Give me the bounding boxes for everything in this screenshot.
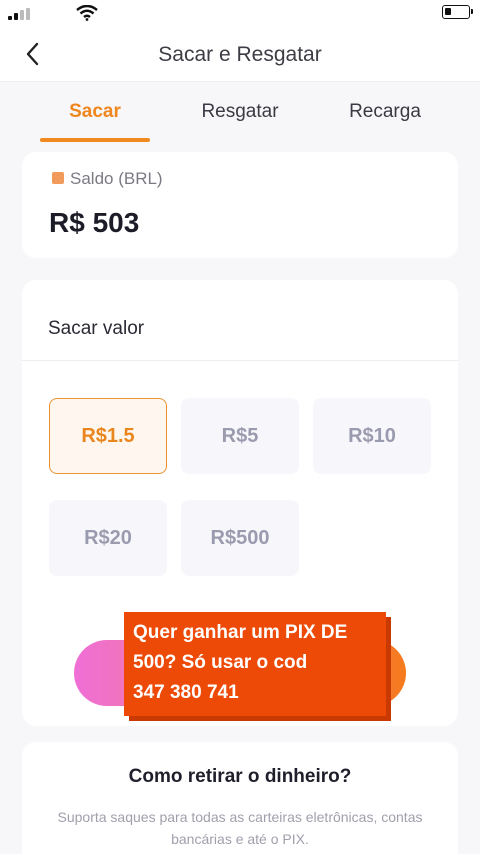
balance-value: R$ 503: [49, 207, 140, 238]
info-text: Suporta saques para todas as carteiras e…: [57, 809, 423, 847]
coin-icon: [52, 172, 64, 184]
amount-option-5[interactable]: R$5: [181, 398, 299, 474]
header: Sacar e Resgatar: [0, 28, 480, 82]
promo-line-1: Quer ganhar um PIX DE: [133, 622, 348, 643]
promo-banner: Quer ganhar um PIX DE 500? Só usar o cod…: [124, 612, 386, 716]
info-card: Como retirar o dinheiro? Suporta saques …: [22, 742, 458, 854]
info-title: Como retirar o dinheiro?: [128, 766, 352, 787]
tab-resgatar[interactable]: Resgatar: [180, 101, 300, 123]
tab-bar: Sacar Resgatar Recarga: [0, 83, 480, 142]
balance-label: Saldo (BRL): [70, 169, 163, 188]
status-bar: [0, 0, 480, 28]
promo-line-3: 347 380 741: [133, 682, 239, 703]
amount-option-500[interactable]: R$500: [181, 500, 299, 576]
tab-indicator: [40, 138, 150, 142]
promo-line-2: 500? Só usar o cod: [133, 652, 308, 673]
wifi-icon: [76, 5, 98, 21]
page-title: Sacar e Resgatar: [158, 43, 322, 66]
tab-recarga[interactable]: Recarga: [325, 101, 445, 123]
tab-sacar[interactable]: Sacar: [35, 101, 155, 123]
amount-option-1-5[interactable]: R$1.5: [49, 398, 167, 474]
amount-option-20[interactable]: R$20: [49, 500, 167, 576]
balance-card: Saldo (BRL) R$ 503: [22, 152, 458, 258]
divider: [22, 360, 458, 361]
withdraw-title: Sacar valor: [48, 318, 145, 339]
signal-icon: [8, 8, 32, 20]
battery-icon: [442, 5, 473, 19]
amount-option-10[interactable]: R$10: [313, 398, 431, 474]
